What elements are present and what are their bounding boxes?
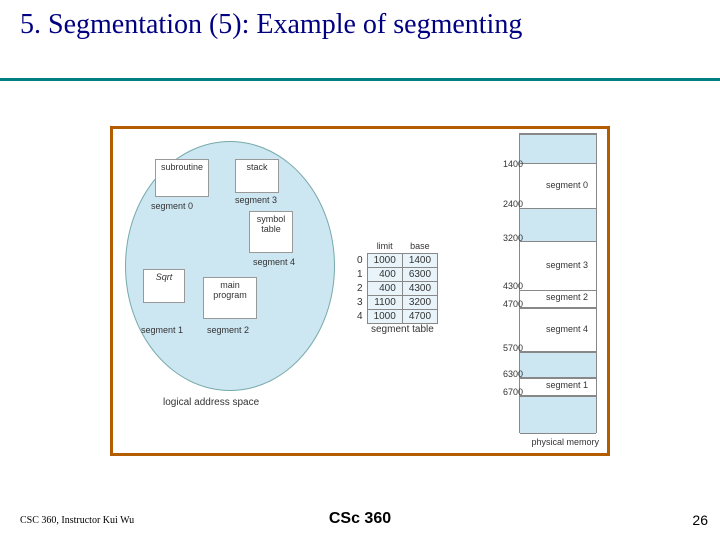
segment-table-limit: 1100 xyxy=(367,296,402,310)
pm-top-pad xyxy=(520,134,596,164)
pm-seg-4-label: segment 4 xyxy=(546,324,588,334)
pm-addr: 3200 xyxy=(485,233,523,243)
pm-addr: 2400 xyxy=(485,199,523,209)
segment-label-4: segment 4 xyxy=(253,257,295,267)
segment-label-1: segment 1 xyxy=(141,325,183,335)
segment-table-idx: 3 xyxy=(357,296,367,310)
segment-box-stack: stack xyxy=(235,159,279,193)
segment-table-header-base: base xyxy=(402,241,437,254)
footer-page-number: 26 xyxy=(692,512,708,528)
pm-seg-3-label: segment 3 xyxy=(546,260,588,270)
segment-table-limit: 400 xyxy=(367,268,402,282)
segment-table-base: 1400 xyxy=(402,254,437,268)
segment-label-0: segment 0 xyxy=(151,201,193,211)
segment-table-label: segment table xyxy=(371,324,434,335)
slide-title: 5. Segmentation (5): Example of segmenti… xyxy=(20,8,522,42)
segment-table: limit base 010001400 14006300 24004300 3… xyxy=(357,241,438,324)
pm-addr: 5700 xyxy=(485,343,523,353)
segment-table-limit: 1000 xyxy=(367,254,402,268)
segment-table-limit: 400 xyxy=(367,282,402,296)
segment-table-base: 6300 xyxy=(402,268,437,282)
segment-table-base: 4300 xyxy=(402,282,437,296)
pm-seg-1-label: segment 1 xyxy=(546,380,588,390)
segment-table-idx: 1 xyxy=(357,268,367,282)
segment-table-base: 3200 xyxy=(402,296,437,310)
segment-box-symbol-table: symbol table xyxy=(249,211,293,253)
title-divider xyxy=(0,78,720,81)
segment-box-subroutine: subroutine xyxy=(155,159,209,197)
pm-gap-2 xyxy=(520,352,596,378)
pm-addr: 6300 xyxy=(485,369,523,379)
pm-seg-2-label: segment 2 xyxy=(546,292,588,302)
segment-table-limit: 1000 xyxy=(367,310,402,324)
segment-box-main-program: main program xyxy=(203,277,257,319)
segment-table-idx: 4 xyxy=(357,310,367,324)
pm-addr: 1400 xyxy=(485,159,523,169)
segment-table-idx: 2 xyxy=(357,282,367,296)
physical-memory: segment 0 segment 3 segment 2 segment 4 … xyxy=(519,133,597,433)
pm-bottom-pad xyxy=(520,396,596,434)
pm-addr: 6700 xyxy=(485,387,523,397)
segment-box-sqrt: Sqrt xyxy=(143,269,185,303)
pm-addr: 4700 xyxy=(485,299,523,309)
pm-gap-1 xyxy=(520,208,596,242)
segment-label-3: segment 3 xyxy=(235,195,277,205)
segment-table-idx: 0 xyxy=(357,254,367,268)
segment-table-base: 4700 xyxy=(402,310,437,324)
logical-address-space-label: logical address space xyxy=(163,397,259,408)
segmentation-figure: logical address space subroutine segment… xyxy=(110,126,610,456)
segment-label-2: segment 2 xyxy=(207,325,249,335)
pm-seg-0-label: segment 0 xyxy=(546,180,588,190)
physical-memory-label: physical memory xyxy=(531,437,599,447)
pm-addr: 4300 xyxy=(485,281,523,291)
footer-course: CSc 360 xyxy=(0,510,720,528)
segment-table-header-limit: limit xyxy=(367,241,402,254)
